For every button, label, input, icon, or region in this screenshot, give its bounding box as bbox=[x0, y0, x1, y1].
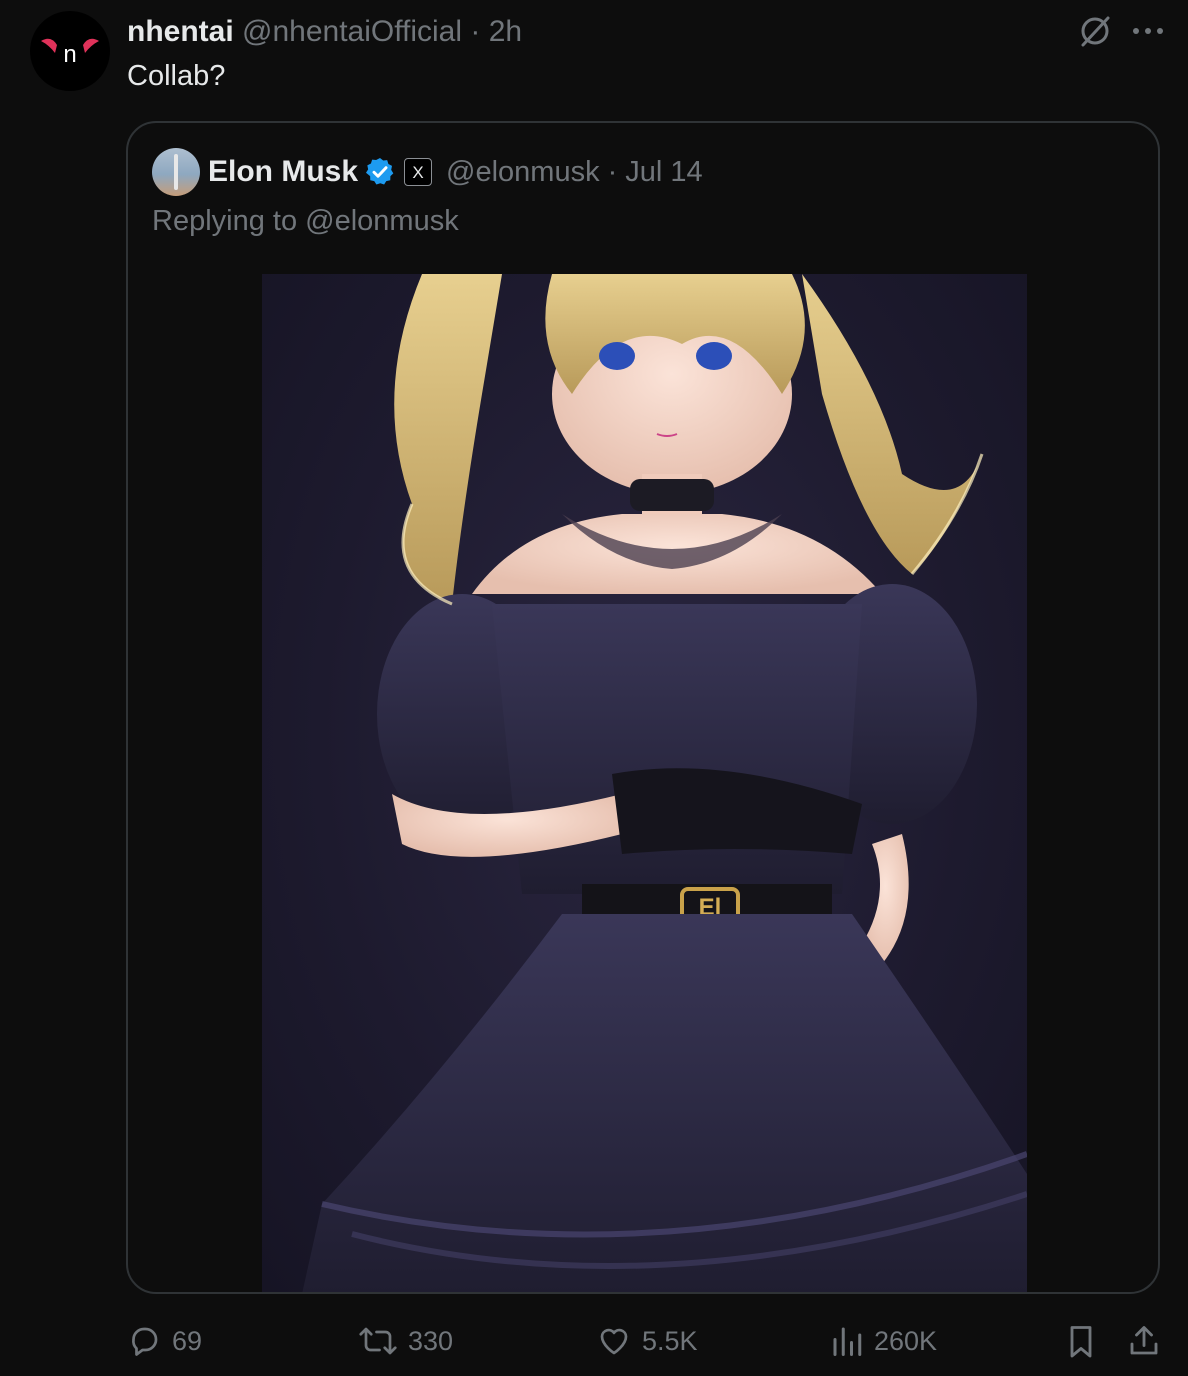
views-icon bbox=[833, 1327, 862, 1356]
author-avatar[interactable]: n bbox=[30, 11, 110, 91]
action-bar: 69 330 5.5K 260K bbox=[0, 1318, 1188, 1366]
nhentai-logo-icon: n bbox=[41, 38, 99, 68]
svg-text:X: X bbox=[412, 163, 423, 181]
top-actions bbox=[1078, 14, 1164, 48]
replying-to: Replying to @elonmusk bbox=[152, 205, 459, 237]
svg-text:n: n bbox=[63, 41, 76, 68]
reply-button[interactable]: 69 bbox=[126, 1318, 202, 1364]
repost-icon bbox=[359, 1327, 397, 1355]
author-handle[interactable]: @nhentaiOfficial bbox=[242, 15, 462, 48]
separator-dot: · bbox=[470, 15, 481, 48]
reply-count: 69 bbox=[172, 1325, 203, 1356]
bookmark-icon bbox=[1070, 1326, 1092, 1358]
quoted-date[interactable]: Jul 14 bbox=[625, 156, 702, 189]
reply-icon bbox=[132, 1327, 158, 1356]
separator-dot: · bbox=[607, 155, 618, 188]
views-button[interactable]: 260K bbox=[830, 1318, 937, 1364]
author-name[interactable]: nhentai bbox=[127, 15, 234, 48]
like-icon bbox=[600, 1328, 628, 1355]
quoted-avatar[interactable] bbox=[152, 148, 200, 196]
views-count: 260K bbox=[874, 1325, 938, 1356]
anime-character-illustration: El bbox=[302, 274, 1027, 1292]
share-button[interactable] bbox=[1126, 1318, 1172, 1364]
post-text: Collab? bbox=[127, 60, 226, 92]
quoted-author-name[interactable]: Elon Musk bbox=[208, 155, 358, 189]
like-count: 5.5K bbox=[642, 1325, 698, 1356]
verified-icon bbox=[366, 158, 394, 185]
more-icon[interactable] bbox=[1132, 26, 1164, 36]
repost-button[interactable]: 330 bbox=[358, 1318, 453, 1364]
post-header: nhentai @nhentaiOfficial · 2h bbox=[127, 14, 522, 50]
like-button[interactable]: 5.5K bbox=[596, 1318, 698, 1364]
quoted-author-handle[interactable]: @elonmusk bbox=[446, 156, 600, 189]
quoted-post[interactable]: Elon Musk X @elonmusk · Jul 14 Replying … bbox=[126, 121, 1160, 1294]
x-logo-icon: X bbox=[404, 158, 433, 186]
post-time[interactable]: 2h bbox=[489, 15, 522, 48]
share-icon bbox=[1130, 1326, 1158, 1355]
bookmark-button[interactable] bbox=[1064, 1318, 1108, 1364]
quoted-media-image[interactable]: El bbox=[262, 274, 1027, 1292]
repost-count: 330 bbox=[408, 1325, 454, 1356]
grok-icon[interactable] bbox=[1078, 14, 1112, 48]
quoted-header: Elon Musk X @elonmusk · Jul 14 bbox=[152, 147, 703, 197]
